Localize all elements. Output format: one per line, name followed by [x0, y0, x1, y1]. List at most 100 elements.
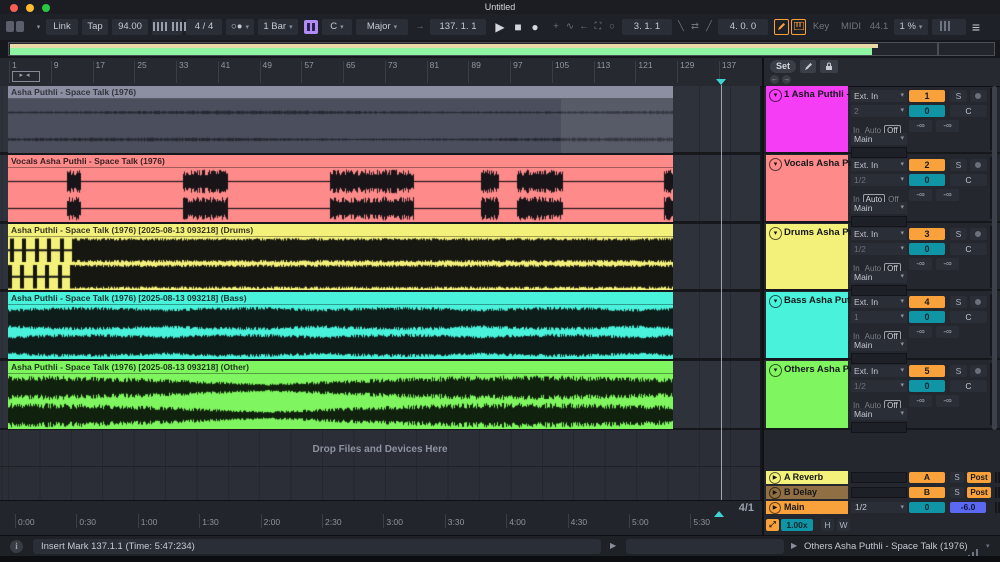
scale-root-select[interactable]: C▾	[322, 19, 352, 35]
clip-title-bar[interactable]: Vocals Asha Puthli - Space Talk (1976)	[8, 155, 673, 168]
audio-clip[interactable]: Asha Puthli - Space Talk (1976) [2025-08…	[8, 361, 673, 429]
track-height-button[interactable]: H	[821, 519, 834, 531]
computer-midi-keyboard-icon[interactable]	[791, 19, 806, 35]
input-channel-select[interactable]: 1▾	[851, 311, 907, 323]
set-locator-button[interactable]: Set	[770, 60, 796, 73]
track-name-block[interactable]: ▾ Drums Asha Put	[766, 224, 848, 289]
input-channel-select[interactable]: 1/2▾	[851, 174, 907, 186]
volume-value[interactable]: 0	[909, 311, 945, 323]
track-activator-button[interactable]: 4	[909, 296, 945, 308]
input-type-select[interactable]: Ext. In▾	[851, 228, 907, 240]
io-extra-field[interactable]	[851, 422, 907, 433]
track-activator-button[interactable]: 1	[909, 90, 945, 102]
follow-icon[interactable]: →	[412, 19, 428, 35]
clip-title-bar[interactable]: Asha Puthli - Space Talk (1976) [2025-08…	[8, 361, 673, 374]
send-a-value[interactable]: -∞	[909, 395, 932, 407]
midi-map-button[interactable]: MIDI	[838, 19, 864, 35]
drop-zone[interactable]: Drop Files and Devices Here	[0, 430, 760, 500]
loop-brace-icon[interactable]: ▸◂	[12, 71, 40, 82]
info-icon[interactable]: i	[10, 540, 23, 553]
session-record-icon[interactable]: ⛶	[592, 19, 604, 35]
lock-icon[interactable]	[820, 60, 838, 73]
arrangement-position-field[interactable]: 137. 1. 1	[430, 19, 486, 35]
post-toggle-button[interactable]: Post	[967, 472, 991, 483]
prev-locator-button[interactable]: ←	[770, 75, 779, 84]
send-a-value[interactable]: -∞	[909, 326, 932, 338]
return-track-name-block[interactable]: ▶ B Delay	[766, 486, 848, 499]
key-map-button[interactable]: Key	[809, 19, 833, 35]
expand-arrow-icon[interactable]: ▶	[610, 541, 616, 550]
return-io-field[interactable]	[851, 487, 907, 498]
play-button[interactable]: ▶	[493, 19, 507, 35]
chevron-down-icon[interactable]: ▾	[986, 542, 990, 550]
send-b-value[interactable]: -∞	[936, 189, 959, 201]
return-activator-button[interactable]: A	[909, 472, 945, 483]
fold-track-icon[interactable]: ▾	[769, 295, 782, 308]
arm-button[interactable]	[970, 228, 987, 240]
clip-waveform-area[interactable]	[8, 305, 673, 359]
track-name-block[interactable]: ▾ 1 Asha Puthli - S	[766, 86, 848, 152]
audio-clip[interactable]: Asha Puthli - Space Talk (1976)	[8, 86, 673, 153]
track-lane[interactable]: Asha Puthli - Space Talk (1976) [2025-08…	[0, 224, 760, 291]
scale-icon[interactable]	[304, 20, 318, 34]
quantize-select[interactable]: 1 Bar▾	[258, 19, 298, 35]
clip-title-bar[interactable]: Asha Puthli - Space Talk (1976) [2025-08…	[8, 224, 673, 237]
fold-track-icon[interactable]: ▾	[769, 227, 782, 240]
pan-value[interactable]: C	[950, 380, 987, 392]
input-type-select[interactable]: Ext. In▾	[851, 90, 907, 102]
pan-value[interactable]: C	[950, 243, 987, 255]
vertical-scrollbar[interactable]	[992, 86, 997, 430]
cpu-load-meter[interactable]: 1 %▾	[894, 19, 928, 35]
draw-mode-icon[interactable]	[774, 19, 789, 35]
send-b-value[interactable]: -∞	[936, 326, 959, 338]
volume-value[interactable]: 0	[909, 105, 945, 117]
return-track-name-block[interactable]: ▶ A Reverb	[766, 471, 848, 484]
link-button[interactable]: Link	[46, 19, 78, 35]
punch-in-icon[interactable]: ╲	[676, 19, 686, 35]
main-track-name-block[interactable]: ▶ Main	[766, 501, 848, 514]
track-lane[interactable]: Asha Puthli - Space Talk (1976)	[0, 86, 760, 154]
pan-value[interactable]: C	[950, 174, 987, 186]
return-activator-button[interactable]: B	[909, 487, 945, 498]
expand-arrow-icon[interactable]: ▶	[791, 541, 797, 550]
clip-waveform-area[interactable]	[8, 168, 673, 222]
punch-out-icon[interactable]: ╱	[704, 19, 714, 35]
fold-track-icon[interactable]: ▾	[769, 158, 782, 171]
loop-start-icon[interactable]: ○	[606, 19, 618, 35]
arm-button[interactable]	[970, 365, 987, 377]
clip-title-bar[interactable]: Asha Puthli - Space Talk (1976)	[8, 86, 673, 99]
arrangement-overview[interactable]	[0, 40, 1000, 58]
arm-button[interactable]	[970, 90, 987, 102]
track-lane[interactable]: Vocals Asha Puthli - Space Talk (1976)	[0, 155, 760, 223]
loop-switch-icon[interactable]: ⇄	[688, 19, 702, 35]
automation-mode-icon[interactable]: ∿	[564, 19, 576, 35]
send-b-value[interactable]: -∞	[936, 395, 959, 407]
clip-waveform-area[interactable]	[8, 99, 673, 153]
fold-track-icon[interactable]: ▾	[769, 364, 782, 377]
groove-pool-icon[interactable]: ○●▾	[226, 19, 254, 35]
re-enable-automation-icon[interactable]: ←	[578, 19, 590, 35]
track-name-block[interactable]: ▾ Others Asha Put	[766, 361, 848, 428]
overview-tail-region[interactable]	[938, 42, 995, 56]
add-locator-icon[interactable]: +	[550, 19, 562, 35]
audio-clip[interactable]: Vocals Asha Puthli - Space Talk (1976)	[8, 155, 673, 222]
track-activator-button[interactable]: 5	[909, 365, 945, 377]
solo-button[interactable]: S	[950, 159, 967, 171]
solo-button[interactable]: S	[950, 487, 964, 498]
clip-waveform-area[interactable]	[8, 237, 673, 290]
output-select[interactable]: Main▾	[851, 339, 907, 351]
return-track-row[interactable]: ▶ B Delay B S Post	[764, 486, 1000, 500]
window-layout-icon[interactable]	[6, 19, 26, 35]
clip-waveform-area[interactable]	[8, 374, 673, 429]
input-type-select[interactable]: Ext. In▾	[851, 159, 907, 171]
next-locator-button[interactable]: →	[782, 75, 791, 84]
beat-time-ruler[interactable]: 191725334149576573818997105113121129137 …	[0, 58, 762, 87]
input-channel-select[interactable]: 1/2▾	[851, 243, 907, 255]
track-header[interactable]: ▾ Vocals Asha Put Ext. In▾ 1/2▾ InAutoOf…	[764, 155, 1000, 223]
metronome-icon[interactable]	[152, 19, 182, 35]
main-pan-value[interactable]: 0	[909, 502, 945, 513]
track-name-block[interactable]: ▾ Bass Asha Puthli	[766, 292, 848, 358]
post-toggle-button[interactable]: Post	[967, 487, 991, 498]
track-header[interactable]: ▾ Others Asha Put Ext. In▾ 1/2▾ InAutoOf…	[764, 361, 1000, 430]
clip-title-bar[interactable]: Asha Puthli - Space Talk (1976) [2025-08…	[8, 292, 673, 305]
